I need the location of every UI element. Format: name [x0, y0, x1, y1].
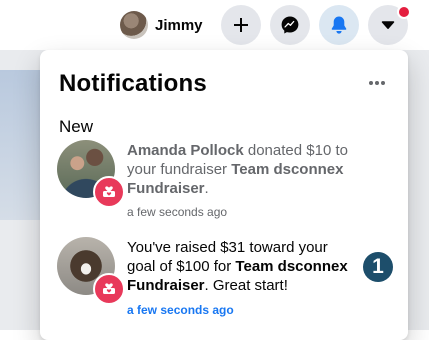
account-alert-badge: [397, 5, 411, 19]
profile-shortcut[interactable]: Jimmy: [112, 8, 214, 42]
notification-suffix: . Great start!: [204, 277, 288, 294]
notification-timestamp: a few seconds ago: [127, 303, 234, 317]
plus-icon: [234, 18, 248, 32]
notification-text: You've raised $31 toward your goal of $1…: [127, 238, 357, 295]
more-horizontal-icon: [369, 81, 385, 85]
notifications-button[interactable]: [319, 5, 359, 45]
section-label-new: New: [59, 117, 94, 136]
messenger-button[interactable]: [270, 5, 310, 45]
step-annotation-marker: 1: [363, 252, 393, 282]
notifications-options-button[interactable]: [360, 66, 394, 100]
fundraiser-badge-icon: [93, 273, 125, 305]
notification-text: Amanda Pollock donated $10 to your fundr…: [127, 141, 357, 198]
notification-timestamp: a few seconds ago: [127, 205, 228, 219]
panel-title: Notifications: [59, 70, 207, 97]
profile-name: Jimmy: [155, 16, 203, 34]
bell-icon: [331, 16, 347, 34]
background-content: [0, 70, 40, 220]
notifications-panel: Notifications New Amanda Pollock donated…: [40, 50, 408, 340]
notification-item-donation[interactable]: Amanda Pollock donated $10 to your fundr…: [48, 140, 398, 228]
messenger-icon: [281, 16, 299, 34]
notification-suffix: .: [204, 180, 209, 197]
fundraiser-badge-icon: [93, 176, 125, 208]
create-button[interactable]: [221, 5, 261, 45]
profile-avatar: [120, 11, 148, 39]
caret-down-icon: [381, 21, 395, 29]
top-bar: Jimmy: [0, 0, 429, 50]
notification-item-fundraiser-progress[interactable]: You've raised $31 toward your goal of $1…: [48, 237, 398, 325]
notification-actor-name: Amanda Pollock: [127, 142, 244, 159]
